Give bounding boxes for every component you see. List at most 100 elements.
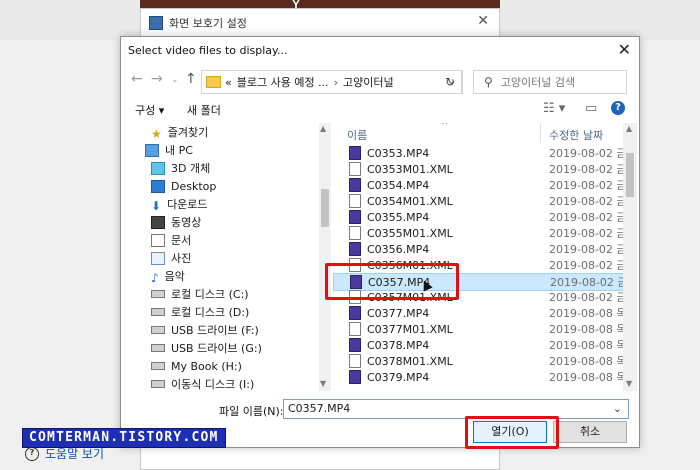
breadcrumb-item[interactable]: 고양이터널 xyxy=(343,74,394,90)
file-name: C0378M01.XML xyxy=(367,354,453,368)
column-header: ^ 이름 수정한 날짜 xyxy=(333,123,623,143)
mp4-file-icon xyxy=(349,370,361,384)
tree-scroll-thumb[interactable] xyxy=(321,189,329,227)
mp4-file-icon xyxy=(349,242,361,256)
help-icon: ? xyxy=(25,446,39,461)
tree-item-label: 로컬 디스크 (C:) xyxy=(171,288,249,301)
tree-item-music[interactable]: ♪ 음악 xyxy=(151,267,185,285)
tree-item-documents[interactable]: 문서 xyxy=(151,231,191,249)
cancel-button[interactable]: 취소 xyxy=(553,421,627,443)
tree-item-drive-c[interactable]: 로컬 디스크 (C:) xyxy=(151,285,249,303)
star-icon: ★ xyxy=(151,126,162,141)
pc-icon xyxy=(145,143,159,157)
tree-scrollbar[interactable]: ▲ ▼ xyxy=(319,123,331,391)
file-date: 2019-08-02 금 오 xyxy=(549,291,623,304)
xml-file-icon xyxy=(349,322,361,336)
filename-input[interactable]: C0357.MP4 ⌄ xyxy=(283,399,629,419)
3d-objects-icon xyxy=(151,161,165,175)
tree-item-drive-i[interactable]: 이동식 디스크 (I:) xyxy=(151,375,254,391)
tree-item-downloads[interactable]: ⬇ 다운로드 xyxy=(151,195,208,213)
file-name: C0355.MP4 xyxy=(367,210,430,224)
file-row[interactable]: C0379.MP4 2019-08-08 목 오 xyxy=(333,369,623,385)
preview-pane-icon[interactable]: ▭ xyxy=(585,101,597,116)
file-name: C0379.MP4 xyxy=(367,370,430,384)
tree-item-label: 로컬 디스크 (D:) xyxy=(171,306,250,319)
tree-item-drive-h[interactable]: My Book (H:) xyxy=(151,357,242,375)
up-arrow-icon[interactable]: ↑ xyxy=(185,71,197,87)
tree-item-videos[interactable]: 동영상 xyxy=(151,213,201,231)
tree-item-label: 다운로드 xyxy=(167,198,208,211)
tree-item-label: 음악 xyxy=(164,270,185,283)
navigation-tree: ★ 즐겨찾기 내 PC 3D 개체 Desktop ⬇ 다운로드 동영상 문서 xyxy=(121,123,321,391)
scroll-down-icon[interactable]: ▼ xyxy=(626,379,632,388)
file-date: 2019-08-02 금 오 xyxy=(549,227,623,240)
file-row[interactable]: C0377M01.XML 2019-08-08 목 오 xyxy=(333,321,623,337)
search-icon: ⚲ xyxy=(484,75,493,89)
file-date: 2019-08-08 목 오 xyxy=(549,323,623,336)
mp4-file-icon xyxy=(349,338,361,352)
file-name: C0353.MP4 xyxy=(367,146,430,160)
breadcrumb-item[interactable]: 블로그 사용 예정 ... xyxy=(237,74,329,90)
forward-arrow-icon[interactable]: → xyxy=(151,71,163,87)
tree-item-pictures[interactable]: 사진 xyxy=(151,249,191,267)
new-folder-button[interactable]: 새 폴더 xyxy=(187,102,221,118)
xml-file-icon xyxy=(349,162,361,176)
column-name-header[interactable]: 이름 xyxy=(347,127,367,143)
xml-file-icon xyxy=(349,226,361,240)
help-icon[interactable]: ? xyxy=(611,101,625,115)
tree-item-drive-d[interactable]: 로컬 디스크 (D:) xyxy=(151,303,249,321)
back-arrow-icon[interactable]: ← xyxy=(131,71,143,87)
file-row[interactable]: C0354.MP4 2019-08-02 금 오 xyxy=(333,177,623,193)
file-row[interactable]: C0355M01.XML 2019-08-02 금 오 xyxy=(333,225,623,241)
file-date: 2019-08-02 금 오 xyxy=(550,276,623,289)
command-toolbar: 구성 ▾ 새 폴더 ☷ ▾ ▭ ? xyxy=(121,97,639,123)
file-row[interactable]: C0377.MP4 2019-08-08 목 오 xyxy=(333,305,623,321)
watermark: COMTERMAN.TISTORY.COM xyxy=(22,428,226,448)
scroll-up-icon[interactable]: ▲ xyxy=(626,124,632,133)
tree-item-drive-g[interactable]: USB 드라이브 (G:) xyxy=(151,339,262,357)
tree-item-label: 이동식 디스크 (I:) xyxy=(171,378,255,391)
file-row[interactable]: C0354M01.XML 2019-08-02 금 오 xyxy=(333,193,623,209)
column-divider[interactable] xyxy=(540,123,541,143)
filename-value: C0357.MP4 xyxy=(288,402,351,415)
tree-item-label: 3D 개체 xyxy=(171,162,211,175)
tree-item-desktop[interactable]: Desktop xyxy=(151,177,216,195)
recent-locations-chevron-icon[interactable]: ⌄ xyxy=(171,75,179,85)
file-list-scrollbar[interactable]: ▲ ▼ xyxy=(623,123,637,391)
file-date: 2019-08-08 목 오 xyxy=(549,371,623,384)
tree-item-this-pc[interactable]: 내 PC xyxy=(145,141,193,159)
file-name: C0377M01.XML xyxy=(367,322,453,336)
tree-item-favorites[interactable]: ★ 즐겨찾기 xyxy=(151,123,208,141)
drive-icon xyxy=(151,380,165,388)
file-row[interactable]: C0378.MP4 2019-08-08 목 오 xyxy=(333,337,623,353)
column-date-header[interactable]: 수정한 날짜 xyxy=(549,127,603,143)
tree-item-3d-objects[interactable]: 3D 개체 xyxy=(151,159,210,177)
file-date: 2019-08-02 금 오 xyxy=(549,211,623,224)
xml-file-icon xyxy=(349,194,361,208)
address-bar[interactable]: « 블로그 사용 예정 ... › 고양이터널 ⌄ xyxy=(201,70,463,94)
file-row[interactable]: C0378M01.XML 2019-08-08 목 오 xyxy=(333,353,623,369)
search-input[interactable]: ⚲ 고양이터널 검색 xyxy=(473,70,627,94)
file-row[interactable]: C0353M01.XML 2019-08-02 금 오 xyxy=(333,161,623,177)
file-date: 2019-08-08 목 오 xyxy=(549,307,623,320)
dialog-close-button[interactable]: ✕ xyxy=(618,40,631,59)
file-row[interactable]: C0355.MP4 2019-08-02 금 오 xyxy=(333,209,623,225)
mp4-file-icon xyxy=(349,210,361,224)
picture-icon xyxy=(151,251,165,265)
file-name: C0353M01.XML xyxy=(367,162,453,176)
view-options-icon[interactable]: ☷ ▾ xyxy=(543,101,565,116)
file-row[interactable]: C0356.MP4 2019-08-02 금 오 xyxy=(333,241,623,257)
organize-button[interactable]: 구성 ▾ xyxy=(135,102,164,118)
filename-dropdown-icon[interactable]: ⌄ xyxy=(613,400,622,418)
scroll-up-icon[interactable]: ▲ xyxy=(320,124,326,133)
tree-item-drive-f[interactable]: USB 드라이브 (F:) xyxy=(151,321,259,339)
file-name: C0377.MP4 xyxy=(367,306,430,320)
screensaver-close-button[interactable]: ✕ xyxy=(477,13,489,29)
refresh-button[interactable]: ↻ xyxy=(439,70,462,94)
drive-icon xyxy=(151,362,165,370)
scroll-down-icon[interactable]: ▼ xyxy=(320,379,326,388)
file-list-scroll-thumb[interactable] xyxy=(626,153,634,197)
file-row[interactable]: C0353.MP4 2019-08-02 금 오 xyxy=(333,145,623,161)
file-date: 2019-08-08 목 오 xyxy=(549,355,623,368)
tree-item-label: Desktop xyxy=(171,179,217,193)
